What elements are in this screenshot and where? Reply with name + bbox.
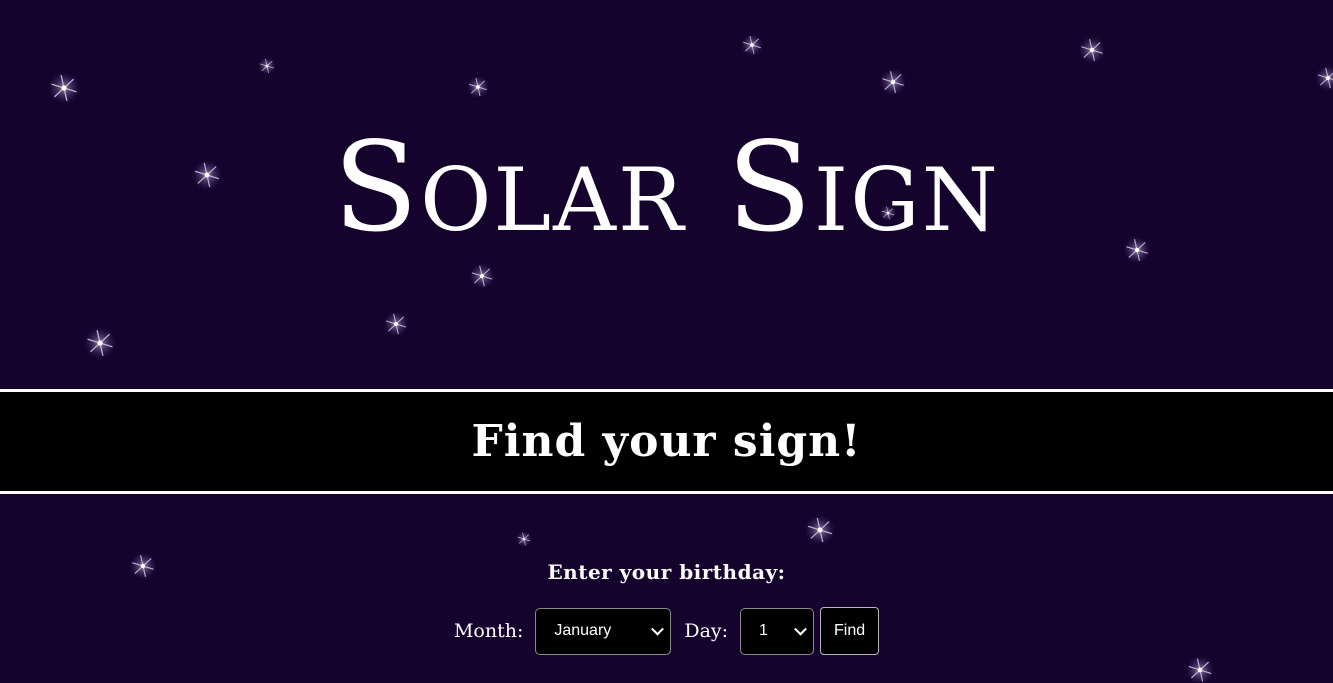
- birthday-prompt: Enter your birthday:: [547, 560, 786, 584]
- sparkle-star-icon: [516, 531, 532, 547]
- day-select-value: 1: [759, 622, 768, 639]
- day-select[interactable]: 1: [740, 607, 815, 655]
- sparkle-star-icon: [1185, 655, 1215, 683]
- sparkle-star-icon: [804, 514, 836, 546]
- site-title: Solar Sign: [333, 116, 1000, 260]
- chevron-down-icon: [651, 622, 665, 636]
- hero-section: Solar Sign: [0, 0, 1333, 389]
- month-select[interactable]: January: [535, 607, 672, 655]
- birthday-inputs-row: Month: January Day: 1 Find: [0, 607, 1333, 655]
- banner-heading: Find your sign!: [471, 416, 862, 467]
- month-label: Month:: [453, 620, 524, 642]
- chevron-down-icon: [794, 622, 807, 636]
- find-button[interactable]: Find: [820, 607, 880, 655]
- day-label: Day:: [684, 620, 729, 642]
- page: Solar Sign Find your sign! Enter your bi…: [0, 0, 1333, 683]
- birthday-form: Enter your birthday: Month: January Day:…: [0, 560, 1333, 655]
- find-sign-banner: Find your sign!: [0, 389, 1333, 494]
- month-select-value: January: [554, 622, 612, 639]
